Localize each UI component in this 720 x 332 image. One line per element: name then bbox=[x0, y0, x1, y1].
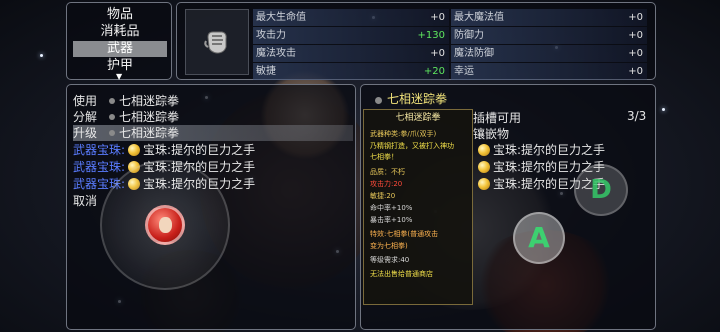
tooltip-warning: 无法出售给普通商店 bbox=[370, 270, 433, 278]
category-weapons[interactable]: 武器 bbox=[73, 41, 167, 57]
fist-gauntlet-icon bbox=[204, 31, 227, 54]
tooltip-type: 武器种类:拳/爪(双手) bbox=[370, 130, 437, 138]
weapon-icon-slot bbox=[185, 9, 249, 75]
gem-orb-icon bbox=[128, 144, 141, 156]
tooltip-desc-2: 七相拳！ bbox=[370, 153, 398, 161]
a-button[interactable]: A bbox=[513, 212, 565, 264]
scroll-down-icon[interactable]: ▼ bbox=[116, 73, 122, 81]
slot-available-label: 插槽可用 bbox=[473, 111, 522, 125]
stat-magic-defense: 魔法防御 +0 bbox=[451, 45, 647, 62]
tooltip-level: 等级需求:40 bbox=[370, 256, 410, 264]
upgrade-option[interactable]: 升级 七相迷踪拳 bbox=[73, 125, 353, 141]
slot-count: 3/3 bbox=[627, 109, 647, 123]
stat-agility: 敏捷 +20 bbox=[253, 63, 449, 80]
gem-orb-icon bbox=[478, 161, 490, 173]
detail-title: 七相迷踪拳 bbox=[387, 92, 448, 106]
tooltip-special-2: 变为七相拳) bbox=[370, 242, 408, 250]
joystick-knob[interactable] bbox=[145, 205, 185, 245]
split-option[interactable]: 分解 七相迷踪拳 bbox=[73, 109, 179, 125]
gem-orb-icon bbox=[478, 144, 490, 156]
item-tooltip: 七相迷踪拳 武器种类:拳/爪(双手) 乃精钢打造，又被打入神功 七相拳！ 品质：… bbox=[363, 109, 473, 305]
tooltip-hit: 命中率+10% bbox=[370, 204, 413, 212]
stat-attack: 攻击力 +130 bbox=[253, 27, 449, 44]
item-dot-icon bbox=[109, 98, 115, 104]
stat-luck: 幸运 +0 bbox=[451, 63, 647, 80]
gem-orb-icon bbox=[478, 178, 490, 190]
stat-defense: 防御力 +0 bbox=[451, 27, 647, 44]
stat-max-hp: 最大生命值 +0 bbox=[253, 9, 449, 26]
stat-magic-attack: 魔法攻击 +0 bbox=[253, 45, 449, 62]
tooltip-desc-1: 乃精钢打造，又被打入神功 bbox=[370, 142, 454, 150]
inlaid-gem-1: 宝珠:提尔的巨力之手 bbox=[475, 142, 605, 158]
tooltip-special-1: 特效:七相拳(普通攻击 bbox=[370, 230, 439, 238]
category-menu: 物品 消耗品 武器 护甲 ▼ bbox=[66, 2, 172, 81]
tooltip-agility: 敏捷:20 bbox=[370, 192, 396, 200]
inlay-label: 镶嵌物 bbox=[473, 127, 510, 141]
tooltip-name: 七相迷踪拳 bbox=[395, 113, 441, 123]
item-dot-icon bbox=[375, 97, 382, 104]
tooltip-quality: 品质：不朽 bbox=[370, 168, 405, 176]
stats-panel: 最大生命值 +0 攻击力 +130 魔法攻击 +0 敏捷 +20 最大魔法值 +0 防御力… bbox=[176, 2, 656, 80]
equip-option[interactable]: 使用 七相迷踪拳 bbox=[73, 93, 179, 109]
item-dot-icon bbox=[109, 130, 115, 136]
tooltip-crit: 暴击率+10% bbox=[370, 216, 413, 224]
item-dot-icon bbox=[109, 114, 115, 120]
tooltip-attack: 攻击力:20 bbox=[370, 180, 403, 188]
stat-max-mp: 最大魔法值 +0 bbox=[451, 9, 647, 26]
character-face-icon bbox=[159, 217, 172, 233]
d-button[interactable]: D bbox=[574, 164, 628, 216]
category-items[interactable]: 物品 bbox=[73, 7, 167, 23]
category-consumables[interactable]: 消耗品 bbox=[73, 24, 167, 40]
gem-slot-1[interactable]: 武器宝珠: 宝珠:提尔的巨力之手 bbox=[73, 142, 255, 158]
